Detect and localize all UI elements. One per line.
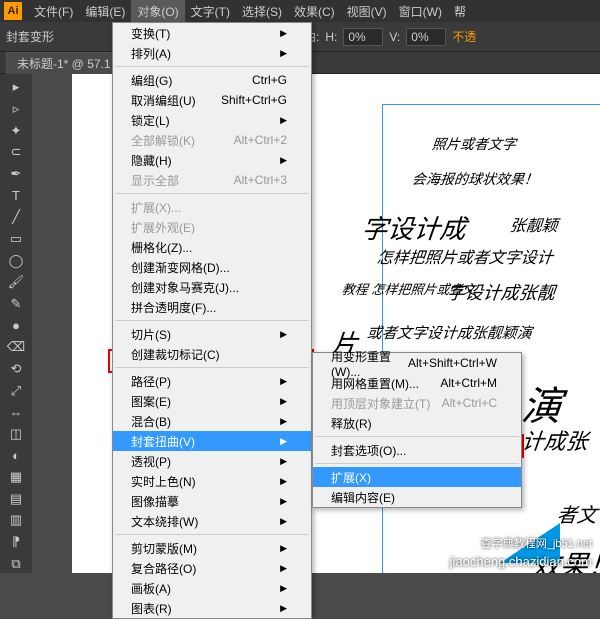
mesh-icon[interactable]: ▤ [4, 489, 28, 508]
direct-selection-icon[interactable]: ▹ [4, 100, 28, 119]
artwork-text: 怎样把照片或者文字设计 [376, 244, 555, 268]
type-icon[interactable]: T [4, 186, 28, 205]
menu-item[interactable]: 锁定(L) [113, 110, 311, 130]
width-icon[interactable]: ⇔ [4, 403, 28, 422]
menu-item[interactable]: 隐藏(H) [113, 150, 311, 170]
rotate-icon[interactable]: ⟲ [4, 360, 28, 379]
ellipse-icon[interactable]: ◯ [4, 251, 28, 270]
menu-item[interactable]: 用网格重置(M)...Alt+Ctrl+M [313, 373, 521, 393]
magic-wand-icon[interactable]: ✦ [4, 121, 28, 140]
blend-icon[interactable]: ⧉ [4, 554, 28, 573]
menu-item[interactable]: 创建裁切标记(C) [113, 344, 311, 364]
blob-brush-icon[interactable]: ● [4, 316, 28, 335]
artwork-text: 或者文字设计成张靓颖演 [366, 322, 533, 343]
menu-item[interactable]: 创建对象马赛克(J)... [113, 277, 311, 297]
menu-effect[interactable]: 效果(C) [288, 0, 341, 22]
pencil-icon[interactable]: ✎ [4, 295, 28, 314]
eraser-icon[interactable]: ⌫ [4, 338, 28, 357]
tool-panel: ▸ ▹ ✦ ⊂ ✒ T ╱ ▭ ◯ 🖌 ✎ ● ⌫ ⟲ ⤢ ⇔ ◫ ◐ ▦ ▤ … [0, 74, 32, 573]
gradient-icon[interactable]: ▥ [4, 511, 28, 530]
menu-item[interactable]: 排列(A) [113, 43, 311, 63]
pen-icon[interactable]: ✒ [4, 165, 28, 184]
lasso-icon[interactable]: ⊂ [4, 143, 28, 162]
menu-item[interactable]: 文本绕排(W) [113, 511, 311, 531]
menu-item: 用顶层对象建立(T)Alt+Ctrl+C [313, 393, 521, 413]
eyedropper-icon[interactable]: ⁋ [4, 533, 28, 552]
menu-item: 全部解锁(K)Alt+Ctrl+2 [113, 130, 311, 150]
shape-builder-icon[interactable]: ◐ [4, 446, 28, 465]
artwork-text: 计成张 [520, 424, 589, 456]
perspective-icon[interactable]: ▦ [4, 468, 28, 487]
menu-item[interactable]: 取消编组(U)Shift+Ctrl+G [113, 90, 311, 110]
menu-item[interactable]: 实时上色(N) [113, 471, 311, 491]
menu-item[interactable]: 复合路径(O) [113, 558, 311, 578]
h-label: H: [325, 30, 337, 44]
document-tab[interactable]: 未标题-1* @ 57.1 [6, 52, 122, 74]
menu-item[interactable]: 画板(A) [113, 578, 311, 598]
free-transform-icon[interactable]: ◫ [4, 425, 28, 444]
object-menu: 变换(T)排列(A) 编组(G)Ctrl+G取消编组(U)Shift+Ctrl+G… [112, 22, 312, 619]
menu-item[interactable]: 栅格化(Z)... [113, 237, 311, 257]
line-icon[interactable]: ╱ [4, 208, 28, 227]
menu-item[interactable]: 图像描摹 [113, 491, 311, 511]
h-value[interactable]: 0% [343, 28, 383, 46]
scale-icon[interactable]: ⤢ [4, 381, 28, 400]
artwork-text: 会海报的球状效果！ [411, 169, 539, 189]
menu-item[interactable]: 用变形重置(W)...Alt+Shift+Ctrl+W [313, 353, 521, 373]
menu-item[interactable]: 透视(P) [113, 451, 311, 471]
menu-item[interactable]: 路径(P) [113, 371, 311, 391]
paintbrush-icon[interactable]: 🖌 [4, 273, 28, 292]
app-logo: Ai [4, 2, 22, 20]
menu-item[interactable]: 封套扭曲(V) [113, 431, 311, 451]
menu-item[interactable]: 变换(T) [113, 23, 311, 43]
menu-item[interactable]: 图案(E) [113, 391, 311, 411]
artwork-text: 者文 [555, 499, 598, 528]
opacity-label[interactable]: 不透 [452, 28, 476, 45]
rectangle-icon[interactable]: ▭ [4, 230, 28, 249]
envelope-label: 封套变形 [6, 28, 54, 45]
menu-item[interactable]: 创建渐变网格(D)... [113, 257, 311, 277]
artwork-text: 字设计成 [360, 209, 468, 246]
menu-item[interactable]: 图表(R) [113, 598, 311, 618]
menu-window[interactable]: 窗口(W) [393, 0, 448, 22]
artwork-text: 字设计成张靓 [446, 279, 557, 305]
menu-view[interactable]: 视图(V) [341, 0, 393, 22]
selection-tool-icon[interactable]: ▸ [4, 78, 28, 97]
menu-item[interactable]: 剪切蒙版(M) [113, 538, 311, 558]
menu-item[interactable]: 扩展(X) [313, 467, 521, 487]
envelope-submenu: 用变形重置(W)...Alt+Shift+Ctrl+W用网格重置(M)...Al… [312, 352, 522, 508]
v-value[interactable]: 0% [406, 28, 446, 46]
menu-object[interactable]: 对象(O) [131, 0, 184, 22]
menu-item[interactable]: 编组(G)Ctrl+G [113, 70, 311, 90]
menu-item[interactable]: 编辑内容(E) [313, 487, 521, 507]
watermark-text-1: 查字典教程网_jb51.net [481, 535, 592, 551]
menu-item: 扩展(X)... [113, 197, 311, 217]
menu-item[interactable]: 封套选项(O)... [313, 440, 521, 460]
menu-item[interactable]: 切片(S) [113, 324, 311, 344]
menu-help[interactable]: 帮 [448, 0, 472, 22]
v-label: V: [389, 30, 400, 44]
artwork-text: 照片或者文字 [431, 134, 517, 154]
menu-select[interactable]: 选择(S) [236, 0, 288, 22]
menu-item: 显示全部Alt+Ctrl+3 [113, 170, 311, 190]
menu-item[interactable]: 拼合透明度(F)... [113, 297, 311, 317]
menubar: Ai 文件(F) 编辑(E) 对象(O) 文字(T) 选择(S) 效果(C) 视… [0, 0, 600, 22]
menu-file[interactable]: 文件(F) [28, 0, 79, 22]
artwork-text: 张靓颖 [509, 212, 560, 236]
watermark-text-2: jiaocheng.chazidian.com [450, 554, 592, 569]
menu-item[interactable]: 混合(B) [113, 411, 311, 431]
menu-item[interactable]: 释放(R) [313, 413, 521, 433]
menu-item: 扩展外观(E) [113, 217, 311, 237]
menu-edit[interactable]: 编辑(E) [79, 0, 131, 22]
menu-type[interactable]: 文字(T) [185, 0, 236, 22]
